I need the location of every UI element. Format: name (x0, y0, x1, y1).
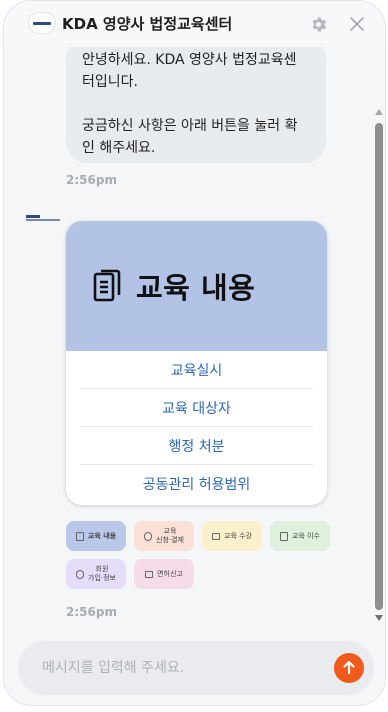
bot-avatar (26, 215, 60, 225)
card-hero: 교육 내용 (66, 221, 327, 351)
close-icon[interactable] (347, 14, 367, 34)
scroll-down-icon[interactable] (375, 615, 383, 621)
message-composer (18, 641, 374, 695)
chat-header: KDA 영양사 법정교육센터 (4, 1, 385, 47)
scroll-up-icon[interactable] (375, 109, 383, 115)
card-option-education[interactable]: 교육실시 (80, 351, 313, 389)
message-timestamp: 2:56pm (66, 173, 117, 187)
scrollbar[interactable] (374, 109, 384, 629)
card-title: 교육 내용 (136, 271, 256, 305)
chip-membership[interactable]: 회원 가입·정보 (66, 559, 126, 589)
chip-label: 교육 수강 (224, 531, 252, 540)
license-icon (145, 570, 154, 578)
gear-icon[interactable] (308, 14, 328, 34)
chip-course-attend[interactable]: 교육 수강 (202, 521, 262, 551)
payment-icon (144, 531, 152, 541)
kda-logo (28, 12, 56, 34)
chip-education-content[interactable]: 교육 내용 (66, 521, 126, 551)
certificate-icon (280, 531, 288, 541)
scrollbar-thumb[interactable] (375, 123, 383, 610)
card-option-shared-management[interactable]: 공동관리 허용범위 (80, 465, 313, 503)
chip-label: 교육 내용 (87, 531, 117, 540)
send-arrow-icon (343, 660, 355, 675)
message-timestamp: 2:56pm (66, 605, 117, 619)
bot-message-text: 안녕하세요. KDA 영양사 법정교육센 터입니다. 궁금하신 사항은 아래 버… (82, 52, 298, 156)
chat-log[interactable]: 안녕하세요. KDA 영양사 법정교육센 터입니다. 궁금하신 사항은 아래 버… (4, 47, 374, 635)
bot-message-bubble: 안녕하세요. KDA 영양사 법정교육센 터입니다. 궁금하신 사항은 아래 버… (66, 47, 326, 163)
document-icon (93, 269, 121, 302)
send-button[interactable] (334, 653, 364, 683)
chip-label: 면허신고 (157, 569, 183, 578)
card-options: 교육실시 교육 대상자 행정 처분 공동관리 허용범위 (66, 351, 327, 503)
message-input[interactable] (42, 657, 322, 679)
chip-completion[interactable]: 교육 이수 (270, 521, 330, 551)
chat-title: KDA 영양사 법정교육센터 (62, 15, 233, 33)
chip-label: 교육 이수 (292, 531, 320, 540)
info-card: 교육 내용 교육실시 교육 대상자 행정 처분 공동관리 허용범위 (66, 221, 327, 505)
chat-widget: KDA 영양사 법정교육센터 안녕하세요. KDA 영양사 법정교육센 터입니다… (3, 0, 386, 706)
user-icon (76, 569, 84, 579)
chip-label: 회원 가입·정보 (88, 565, 116, 582)
chip-license-report[interactable]: 면허신고 (134, 559, 194, 589)
card-option-disposition[interactable]: 행정 처분 (80, 427, 313, 465)
chip-application-payment[interactable]: 교육 신청·결제 (134, 521, 194, 551)
card-option-target[interactable]: 교육 대상자 (80, 389, 313, 427)
monitor-icon (212, 532, 220, 540)
chip-label: 교육 신청·결제 (156, 527, 184, 544)
document-icon (75, 531, 84, 541)
